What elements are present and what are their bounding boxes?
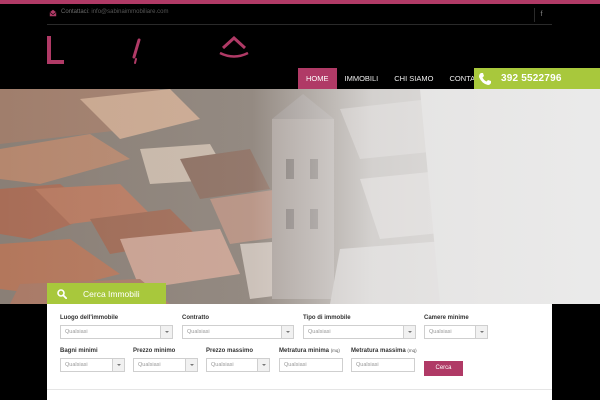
area-max-label: Metratura massima	[351, 348, 406, 354]
chevron-down-icon	[160, 326, 172, 338]
contact-label: Contattaci:	[61, 9, 90, 15]
price-min-value: Qualsiasi	[138, 362, 161, 368]
location-field: Luogo dell'immobile Qualsiasi	[60, 315, 173, 339]
area-min-label-row: Metratura minima (mq)	[279, 348, 343, 354]
area-min-label: Metratura minima	[279, 348, 330, 354]
magnifier-icon	[57, 288, 67, 299]
type-value: Qualsiasi	[308, 329, 331, 335]
rooms-min-label: Camere minime	[424, 315, 469, 321]
chevron-down-icon	[257, 359, 269, 371]
contact-email-link[interactable]: info@sabinaimmobiliare.com	[91, 9, 168, 15]
contact-info: Contattaci: info@sabinaimmobiliare.com	[61, 9, 168, 15]
chevron-down-icon	[475, 326, 487, 338]
price-max-select[interactable]: Qualsiasi	[206, 358, 270, 372]
divider	[47, 389, 552, 390]
area-max-label-row: Metratura massima (mq)	[351, 348, 417, 354]
area-max-unit: (mq)	[407, 348, 417, 353]
price-max-value: Qualsiasi	[211, 362, 234, 368]
price-max-label: Prezzo massimo	[206, 348, 254, 354]
contact-bar: Contattaci: info@sabinaimmobiliare.com f	[47, 4, 552, 25]
nav-item-immobili[interactable]: IMMOBILI	[336, 68, 387, 89]
area-min-field: Metratura minima (mq) Qualsiasi	[279, 348, 343, 372]
page: Contattaci: info@sabinaimmobiliare.com f…	[0, 0, 600, 400]
site-logo[interactable]	[47, 36, 257, 70]
search-panel: Luogo dell'immobile Qualsiasi Contratto …	[47, 304, 552, 400]
nav-item-chi-siamo[interactable]: CHI SIAMO	[386, 68, 442, 89]
nav-item-home[interactable]: HOME	[298, 68, 337, 89]
contract-field: Contratto Qualsiasi	[182, 315, 294, 339]
hero-city-image	[0, 89, 600, 304]
area-min-input[interactable]: Qualsiasi	[279, 358, 343, 372]
search-tab-label: Cerca Immobili	[83, 288, 140, 299]
baths-min-value: Qualsiasi	[65, 362, 88, 368]
search-submit-button[interactable]: Cerca	[424, 361, 463, 376]
rooms-min-select[interactable]: Qualsiasi	[424, 325, 488, 339]
price-min-label: Prezzo minimo	[133, 348, 176, 354]
chevron-down-icon	[185, 359, 197, 371]
price-min-select[interactable]: Qualsiasi	[133, 358, 198, 372]
chevron-down-icon	[281, 326, 293, 338]
area-max-placeholder: Qualsiasi	[356, 362, 379, 368]
contract-label: Contratto	[182, 315, 209, 321]
phone-number: 392 5522796	[501, 73, 562, 84]
area-max-field: Metratura massima (mq) Qualsiasi	[351, 348, 417, 372]
location-value: Qualsiasi	[65, 329, 88, 335]
hero-photo	[0, 89, 600, 304]
type-field: Tipo di immobile Qualsiasi	[303, 315, 416, 339]
location-select[interactable]: Qualsiasi	[60, 325, 173, 339]
baths-min-field: Bagni minimi Qualsiasi	[60, 348, 125, 372]
main-nav: HOME IMMOBILI CHI SIAMO CONTATTI	[298, 68, 494, 89]
search-tab[interactable]: Cerca Immobili	[47, 283, 166, 304]
type-select[interactable]: Qualsiasi	[303, 325, 416, 339]
facebook-icon[interactable]: f	[534, 8, 548, 22]
chevron-down-icon	[112, 359, 124, 371]
contract-select[interactable]: Qualsiasi	[182, 325, 294, 339]
type-label: Tipo di immobile	[303, 315, 351, 321]
contract-value: Qualsiasi	[187, 329, 210, 335]
area-min-placeholder: Qualsiasi	[284, 362, 307, 368]
phone-icon	[479, 72, 491, 85]
rooms-min-field: Camere minime Qualsiasi	[424, 315, 488, 339]
price-max-field: Prezzo massimo Qualsiasi	[206, 348, 270, 372]
chevron-down-icon	[403, 326, 415, 338]
phone-box[interactable]: 392 5522796	[474, 68, 600, 89]
location-label: Luogo dell'immobile	[60, 315, 119, 321]
area-max-input[interactable]: Qualsiasi	[351, 358, 415, 372]
baths-min-select[interactable]: Qualsiasi	[60, 358, 125, 372]
area-min-unit: (mq)	[330, 348, 340, 353]
envelope-icon	[49, 9, 57, 17]
rooms-min-value: Qualsiasi	[429, 329, 452, 335]
baths-min-label: Bagni minimi	[60, 348, 98, 354]
price-min-field: Prezzo minimo Qualsiasi	[133, 348, 198, 372]
